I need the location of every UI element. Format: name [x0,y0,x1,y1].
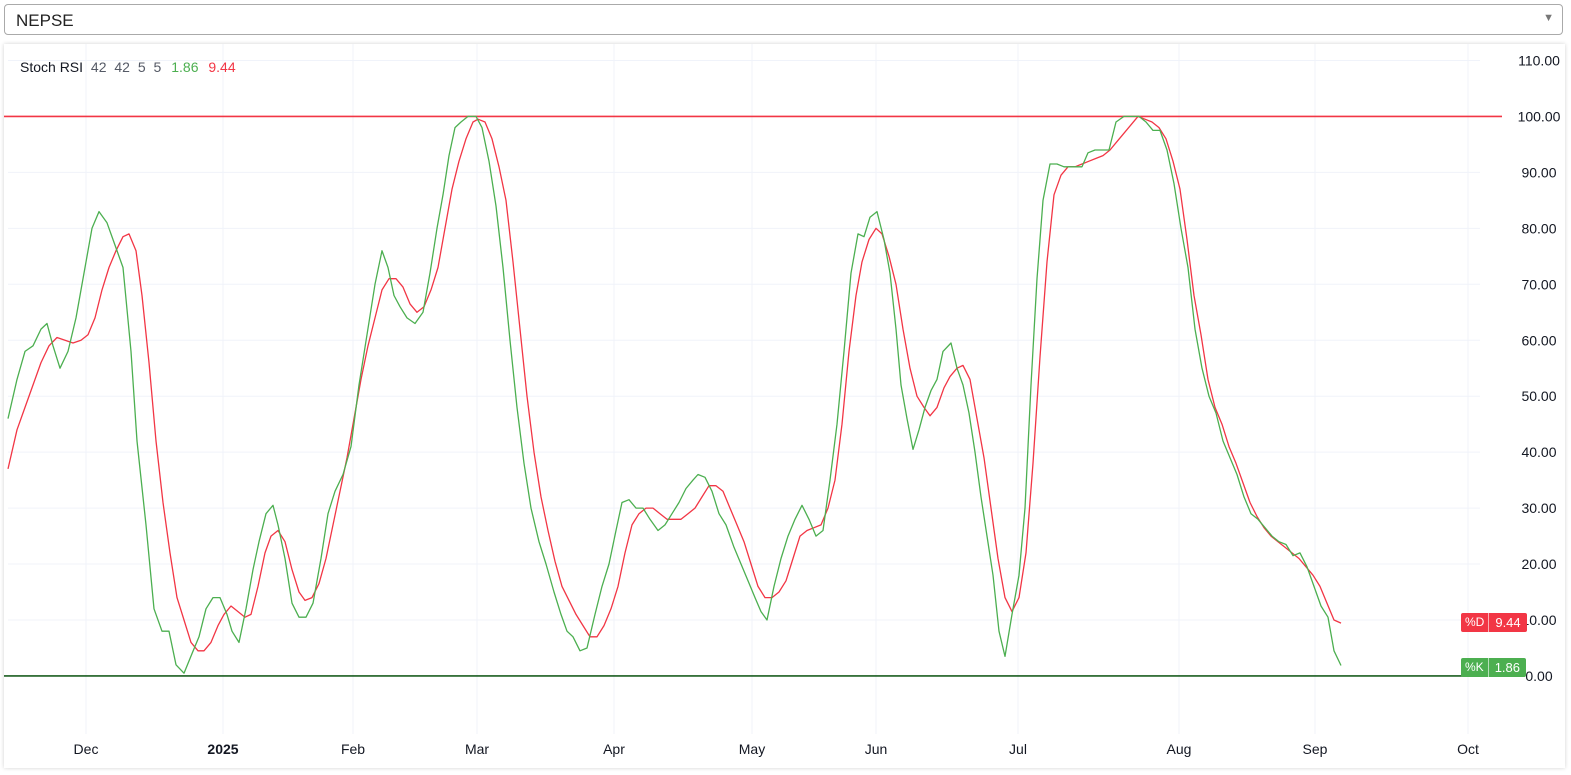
x-axis-tick-label: Jun [865,741,888,757]
legend-k-value: 1.86 [171,59,199,75]
indicator-param: 5 [137,59,146,75]
y-axis-tick-label: 10.00 [1521,612,1556,628]
x-axis-tick-label: 2025 [207,741,238,757]
x-axis-tick-label: Dec [74,741,99,757]
d-badge-value: 9.44 [1495,615,1521,631]
indicator-name: Stoch RSI [20,59,84,75]
y-axis-tick-label: 100.00 [1518,108,1561,124]
x-axis-tick-label: Mar [465,741,489,757]
y-axis-tick-label: 30.00 [1521,500,1556,516]
indicator-param: 42 [114,59,130,75]
symbol-select[interactable]: NEPSE ▼ [4,4,1563,35]
y-axis-tick-label: 110.00 [1518,53,1560,69]
y-axis-tick-label: 60.00 [1521,332,1556,348]
y-axis-tick-label: 20.00 [1521,556,1556,572]
d-series-line [7,115,1342,652]
stoch-rsi-chart[interactable]: 110.00100.0090.0080.0070.0060.0050.0040.… [4,44,1565,768]
d-badge-label: %D [1461,613,1490,633]
k-value-badge: %K 1.86 [1461,657,1526,677]
x-axis-tick-label: Feb [341,741,365,757]
chart-panel[interactable]: 110.00 100.00 90.00 80.00 70.00 60.00 50.00 40.… [4,44,1565,768]
symbol-select-value: NEPSE [16,11,74,30]
k-badge-label: %K [1461,657,1489,677]
indicator-param: 42 [90,59,107,75]
d-value-badge: %D 9.44 [1461,613,1527,633]
y-axis-tick-label: 0.00 [1525,668,1552,684]
indicator-legend: Stoch RSI 42 42 5 5 1.86 9.44 [20,59,236,75]
caret-down-icon[interactable]: ▼ [1543,12,1554,24]
x-axis-tick-label: May [739,741,765,757]
y-axis-tick-label: 50.00 [1521,388,1556,404]
x-axis-tick-label: Aug [1167,741,1192,757]
x-axis-tick-label: Oct [1457,741,1479,757]
k-series-line [7,115,1342,674]
legend-d-value: 9.44 [208,59,236,75]
x-axis-tick-label: Apr [603,741,625,757]
y-axis-tick-label: 70.00 [1521,276,1556,292]
y-axis-tick-label: 40.00 [1521,444,1556,460]
indicator-param: 5 [153,59,162,75]
k-badge-value: 1.86 [1494,659,1520,675]
x-axis-tick-label: Sep [1303,741,1328,757]
y-axis-tick-label: 80.00 [1521,220,1556,236]
y-axis-tick-label: 90.00 [1521,164,1556,180]
x-axis-tick-label: Jul [1009,741,1027,757]
